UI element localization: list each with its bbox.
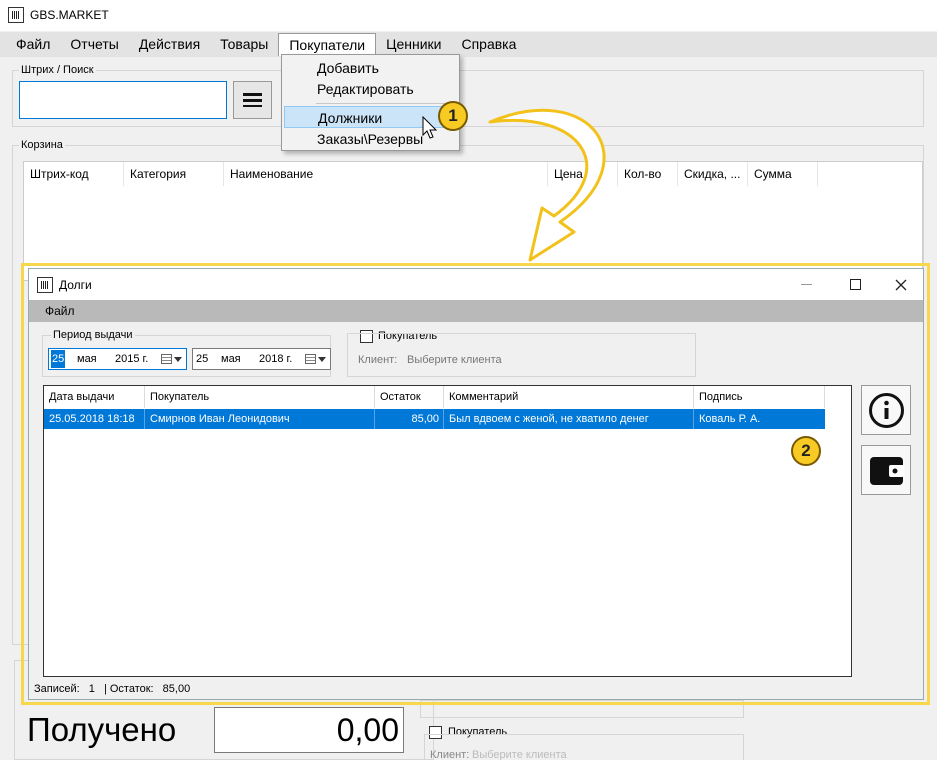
dialog-app-icon [37,277,53,293]
client-placeholder[interactable]: Выберите клиента [407,354,502,366]
grid-col-balance[interactable]: Остаток [375,386,444,408]
list-icon [243,93,262,107]
menu-price-tags[interactable]: Ценники [376,33,451,56]
client-label: Клиент: [358,354,398,366]
wallet-icon [870,457,904,485]
menu-reports[interactable]: Отчеты [60,33,128,56]
search-legend: Штрих / Поиск [19,64,96,76]
bottom-client-placeholder: Выберите клиента [472,749,567,760]
balance-label: | Остаток: [103,683,154,695]
calendar-icon [161,354,172,364]
date-to-month: мая [221,353,241,365]
date-from-day: 25 [51,350,66,368]
dropdown-separator [316,103,456,104]
period-legend: Период выдачи [51,329,135,341]
cart-col-category[interactable]: Категория [124,162,224,186]
list-button[interactable] [233,81,272,119]
table-row[interactable]: 25.05.2018 18:18 Смирнов Иван Леонидович… [44,409,825,429]
customer-filter-group: Клиент: Выберите клиента [347,333,696,377]
app-icon [8,7,24,23]
grid-col-signature[interactable]: Подпись [694,386,825,408]
row-balance: 85,00 [375,409,444,429]
menu-customers[interactable]: Покупатели [278,33,377,56]
dialog-title-bar: Долги [29,269,923,300]
date-from-picker[interactable]: 25 мая 2015 г. [48,348,187,370]
info-icon [869,393,904,428]
date-from-month: мая [77,353,97,365]
maximize-icon[interactable] [850,279,861,290]
dialog-title: Долги [59,278,92,292]
chevron-down-icon [174,357,182,362]
received-label: Получено [27,711,177,748]
menu-help[interactable]: Справка [451,33,526,56]
search-group: Штрих / Поиск [12,64,924,127]
row-customer: Смирнов Иван Леонидович [145,409,375,429]
cart-col-discount[interactable]: Скидка, ... [678,162,748,186]
chevron-down-icon [318,357,326,362]
grid-col-date[interactable]: Дата выдачи [44,386,145,408]
dropdown-add[interactable]: Добавить [284,57,457,79]
cart-legend: Корзина [19,139,65,151]
date-to-year: 2018 г. [259,353,293,365]
date-to-day: 25 [196,353,209,365]
status-bar: Записей: 1 | Остаток: 85,00 [29,679,923,700]
cart-col-barcode[interactable]: Штрих-код [24,162,124,186]
balance-total: 85,00 [162,683,191,695]
close-icon[interactable] [895,279,907,291]
debts-grid: Дата выдачи Покупатель Остаток Комментар… [43,385,852,677]
calendar-icon [305,354,316,364]
curved-arrow-icon [488,109,606,262]
menu-bar: Файл Отчеты Действия Товары Покупатели Ц… [0,32,937,57]
records-count: 1 [88,683,95,695]
menu-file[interactable]: Файл [6,33,60,56]
bottom-client-label: Клиент: [430,749,470,760]
main-window: GBS.MARKET Файл Отчеты Действия Товары П… [0,0,937,760]
dialog-menu-bar: Файл [29,300,923,322]
dialog-menu-file[interactable]: Файл [45,304,75,318]
period-group: Период выдачи 25 мая 2015 г. 25 мая 2018… [42,329,331,377]
received-input[interactable]: 0,00 [214,707,404,753]
search-input[interactable] [19,81,227,119]
grid-col-customer[interactable]: Покупатель [145,386,375,408]
window-title: GBS.MARKET [30,8,109,22]
pay-debt-button[interactable] [861,445,911,495]
date-from-year: 2015 г. [115,353,149,365]
title-bar: GBS.MARKET [0,0,937,31]
grid-col-comment[interactable]: Комментарий [444,386,694,408]
grid-header: Дата выдачи Покупатель Остаток Комментар… [44,386,851,408]
minimize-icon[interactable] [801,284,812,285]
info-button[interactable] [861,385,911,435]
step-badge-2: 2 [791,436,821,466]
debts-dialog: Долги Файл Период выдачи 25 мая 2015 г. … [28,268,924,700]
date-to-picker[interactable]: 25 мая 2018 г. [192,348,331,370]
row-comment: Был вдвоем с женой, не хватило денег [444,409,694,429]
menu-products[interactable]: Товары [210,33,278,56]
dropdown-edit[interactable]: Редактировать [284,78,457,100]
row-date: 25.05.2018 18:18 [44,409,145,429]
row-signature: Коваль Р. А. [699,413,761,425]
menu-actions[interactable]: Действия [129,33,210,56]
step-badge-1: 1 [438,101,468,131]
cart-col-sum[interactable]: Сумма [748,162,818,186]
mouse-cursor-icon [422,116,438,139]
records-label: Записей: [34,683,80,695]
